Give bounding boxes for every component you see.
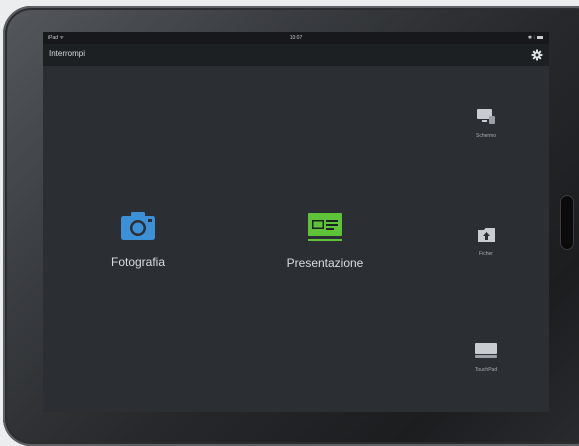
presentation-action[interactable]: Presentazione (265, 213, 385, 270)
home-button[interactable] (560, 195, 574, 250)
screen-icon (456, 109, 516, 129)
touchpad-action[interactable]: TouchPad (456, 343, 516, 373)
presentation-icon (265, 213, 385, 246)
gear-icon[interactable] (531, 48, 543, 61)
cancel-button[interactable]: Interrompi (49, 49, 85, 58)
nav-bar: Interrompi (43, 44, 549, 66)
file-icon (456, 228, 516, 247)
file-label: Ficher (479, 251, 493, 257)
screen-action[interactable]: Schermo (456, 109, 516, 139)
touchpad-icon (456, 343, 516, 363)
status-time: 10:07 (289, 35, 303, 41)
file-action[interactable]: Ficher (456, 228, 516, 257)
status-bar: iPad ᯤ 10:07 ✱ ⁝ (43, 32, 549, 44)
touchpad-label: TouchPad (474, 367, 498, 373)
photo-action[interactable]: Fotografia (93, 212, 183, 269)
status-indicators: ✱ ⁝ (528, 32, 543, 44)
app-screen: iPad ᯤ 10:07 ✱ ⁝ Interrompi Fotografia P… (43, 32, 549, 412)
battery-icon (537, 36, 543, 40)
camera-icon (93, 212, 183, 245)
screen-label: Schermo (475, 133, 496, 139)
presentation-label: Presentazione (286, 256, 364, 270)
status-indicators-text: ✱ ⁝ (527, 35, 535, 41)
photo-label: Fotografia (110, 255, 166, 269)
